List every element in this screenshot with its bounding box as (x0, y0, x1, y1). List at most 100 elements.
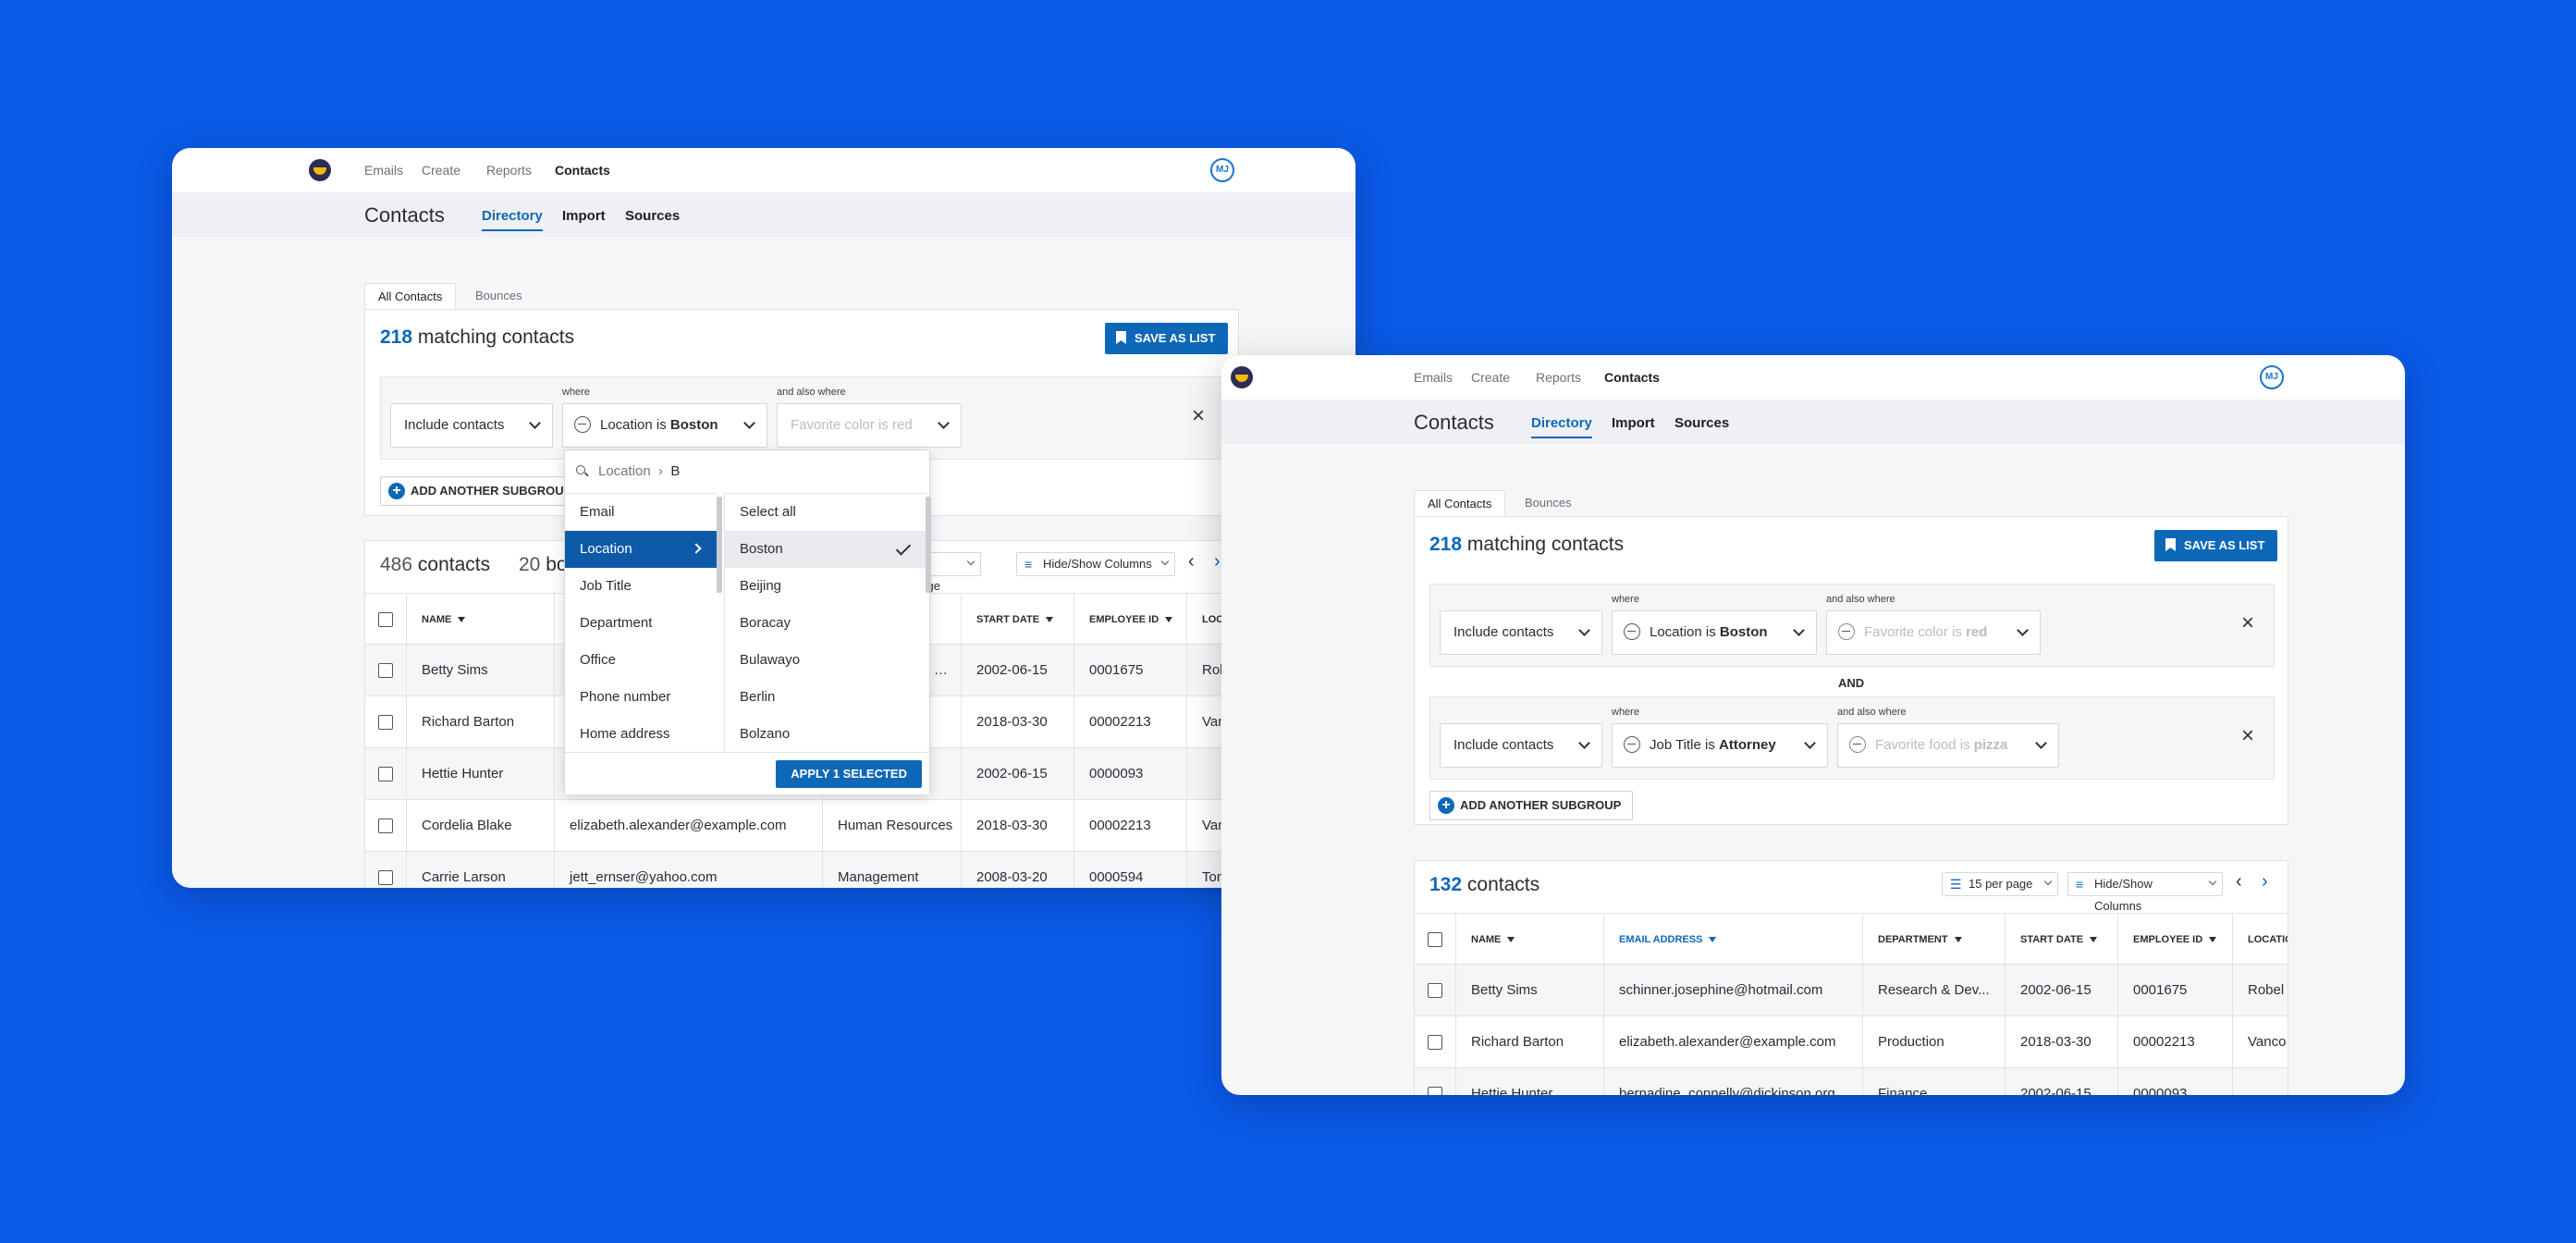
nav-contacts[interactable]: Contacts (555, 163, 610, 178)
table-row[interactable]: Richard Barton elizabeth.alexander@examp… (1415, 1016, 2288, 1068)
col-start-date[interactable]: START DATE (2005, 914, 2117, 966)
value-item-beijing[interactable]: Beijing (725, 568, 926, 605)
nav-reports[interactable]: Reports (1536, 370, 1581, 385)
nav-create[interactable]: Create (1471, 370, 1510, 385)
next-page-icon[interactable]: › (1214, 552, 1221, 571)
field-item-job-title[interactable]: Job Title (565, 568, 717, 605)
prev-page-icon[interactable]: ‹ (2236, 872, 2242, 891)
tab-sources[interactable]: Sources (1674, 415, 1729, 431)
hide-show-columns-button[interactable]: ≡ Hide/Show Columns (2067, 872, 2223, 913)
search-icon (576, 465, 585, 474)
col-location[interactable]: LOCATIO (2232, 914, 2288, 966)
tab-directory[interactable]: Directory (482, 208, 543, 231)
tab-bounces[interactable]: Bounces (462, 283, 535, 309)
value-item-berlin[interactable]: Berlin (725, 679, 926, 716)
field-item-location[interactable]: Location (565, 531, 717, 568)
value-item-boston[interactable]: Boston (725, 531, 926, 568)
condition-select[interactable]: Job Title is Attorney (1612, 723, 1828, 768)
chevron-down-icon (1578, 737, 1590, 749)
field-list-scrollbar[interactable] (717, 497, 722, 593)
select-all-checkbox[interactable] (378, 612, 393, 627)
and-separator: AND (1838, 676, 1865, 690)
row-checkbox[interactable] (1428, 1035, 1442, 1050)
nav-create[interactable]: Create (422, 163, 460, 178)
table-row[interactable]: Betty Sims schinner.josephine@hotmail.co… (1415, 965, 2288, 1016)
close-icon[interactable]: × (2237, 725, 2259, 747)
filter-subgroup: where and also where Include contacts Lo… (1429, 584, 2275, 667)
col-name[interactable]: NAME (1455, 914, 1603, 966)
chevron-down-icon (1804, 737, 1816, 749)
field-item-office[interactable]: Office (565, 642, 717, 679)
nav-contacts[interactable]: Contacts (1604, 370, 1660, 385)
cell-name: Cordelia Blake (406, 800, 554, 852)
col-start-date[interactable]: START DATE (961, 594, 1073, 646)
tab-bounces[interactable]: Bounces (1512, 490, 1585, 516)
hide-show-columns-button[interactable]: ≡ Hide/Show Columns (1016, 552, 1175, 576)
location-dropdown: Location › B Email Location Job Title De… (564, 449, 931, 794)
col-name[interactable]: NAME (406, 594, 554, 646)
row-checkbox[interactable] (378, 663, 393, 678)
save-as-list-button[interactable]: SAVE AS LIST (1105, 323, 1229, 354)
row-checkbox[interactable] (378, 715, 393, 730)
include-select[interactable]: Include contacts (390, 403, 553, 448)
row-checkbox[interactable] (378, 818, 393, 833)
include-select[interactable]: Include contacts (1440, 723, 1602, 768)
add-subgroup-button[interactable]: + ADD ANOTHER SUBGROUP (1429, 791, 1634, 820)
dropdown-search-input[interactable]: Location › B (565, 450, 929, 493)
also-condition-select[interactable]: Favorite color is red (1826, 610, 2041, 655)
nav-emails[interactable]: Emails (364, 163, 403, 178)
value-list: Select all Boston Beijing Boracay Bulawa… (724, 493, 926, 752)
select-all-checkbox[interactable] (1428, 932, 1442, 947)
condition-select[interactable]: Location is Boston (562, 403, 767, 448)
tab-all-contacts[interactable]: All Contacts (1414, 490, 1506, 516)
tab-all-contacts[interactable]: All Contacts (364, 283, 457, 309)
row-checkbox[interactable] (378, 767, 393, 781)
value-item-boracay[interactable]: Boracay (725, 605, 926, 642)
value-select-all[interactable]: Select all (725, 494, 926, 531)
tab-sources[interactable]: Sources (625, 208, 680, 224)
row-checkbox[interactable] (378, 870, 393, 885)
avatar[interactable]: MJ (2260, 365, 2284, 389)
tab-directory[interactable]: Directory (1531, 415, 1592, 438)
next-page-icon[interactable]: › (2262, 872, 2268, 891)
table-row[interactable]: Carrie Larson jett_ernser@yahoo.com Mana… (365, 852, 1238, 888)
app-logo-icon[interactable] (309, 159, 331, 181)
table-row[interactable]: Cordelia Blake elizabeth.alexander@examp… (365, 800, 1238, 852)
per-page-select[interactable]: ☰ 15 per page (1942, 872, 2058, 896)
table-row[interactable]: Hettie Hunter bernadine_connelly@dickins… (1415, 1068, 2288, 1095)
cell-department: Production (1862, 1016, 2005, 1068)
save-as-list-button[interactable]: SAVE AS LIST (2154, 530, 2278, 561)
sort-icon (1507, 937, 1515, 943)
apply-selected-button[interactable]: APPLY 1 SELECTED (776, 760, 922, 788)
nav-emails[interactable]: Emails (1414, 370, 1453, 385)
field-item-department[interactable]: Department (565, 605, 717, 642)
col-employee-id[interactable]: EMPLOYEE ID (2117, 914, 2232, 966)
condition-select[interactable]: Location is Boston (1612, 610, 1817, 655)
also-condition-select[interactable]: Favorite food is pizza (1837, 723, 2059, 768)
app-logo-icon[interactable] (1231, 366, 1253, 388)
check-icon (895, 540, 912, 556)
row-checkbox[interactable] (1428, 1087, 1442, 1095)
col-email[interactable]: EMAIL ADDRESS (1603, 914, 1862, 966)
col-department[interactable]: DEPARTMENT (1862, 914, 2005, 966)
value-item-bulawayo[interactable]: Bulawayo (725, 642, 926, 679)
close-icon[interactable]: × (2237, 612, 2259, 634)
prev-page-icon[interactable]: ‹ (1188, 552, 1195, 571)
row-checkbox[interactable] (1428, 983, 1442, 998)
add-subgroup-button[interactable]: + ADD ANOTHER SUBGROUP (380, 476, 584, 506)
value-list-scrollbar[interactable] (926, 497, 931, 593)
include-select[interactable]: Include contacts (1440, 610, 1602, 655)
tab-import[interactable]: Import (1612, 415, 1655, 431)
sort-icon (1709, 937, 1717, 943)
value-item-bolzano[interactable]: Bolzano (725, 716, 926, 752)
filter-subgroup: where and also where Include contacts Lo… (380, 376, 1225, 460)
field-item-email[interactable]: Email (565, 494, 717, 531)
tab-import[interactable]: Import (562, 208, 606, 224)
avatar[interactable]: MJ (1210, 158, 1234, 182)
close-icon[interactable]: × (1187, 405, 1209, 427)
field-item-home-address[interactable]: Home address (565, 716, 717, 752)
field-item-phone[interactable]: Phone number (565, 679, 717, 716)
col-employee-id[interactable]: EMPLOYEE ID (1073, 594, 1186, 646)
nav-reports[interactable]: Reports (486, 163, 532, 178)
also-condition-select[interactable]: Favorite color is red (777, 403, 962, 448)
